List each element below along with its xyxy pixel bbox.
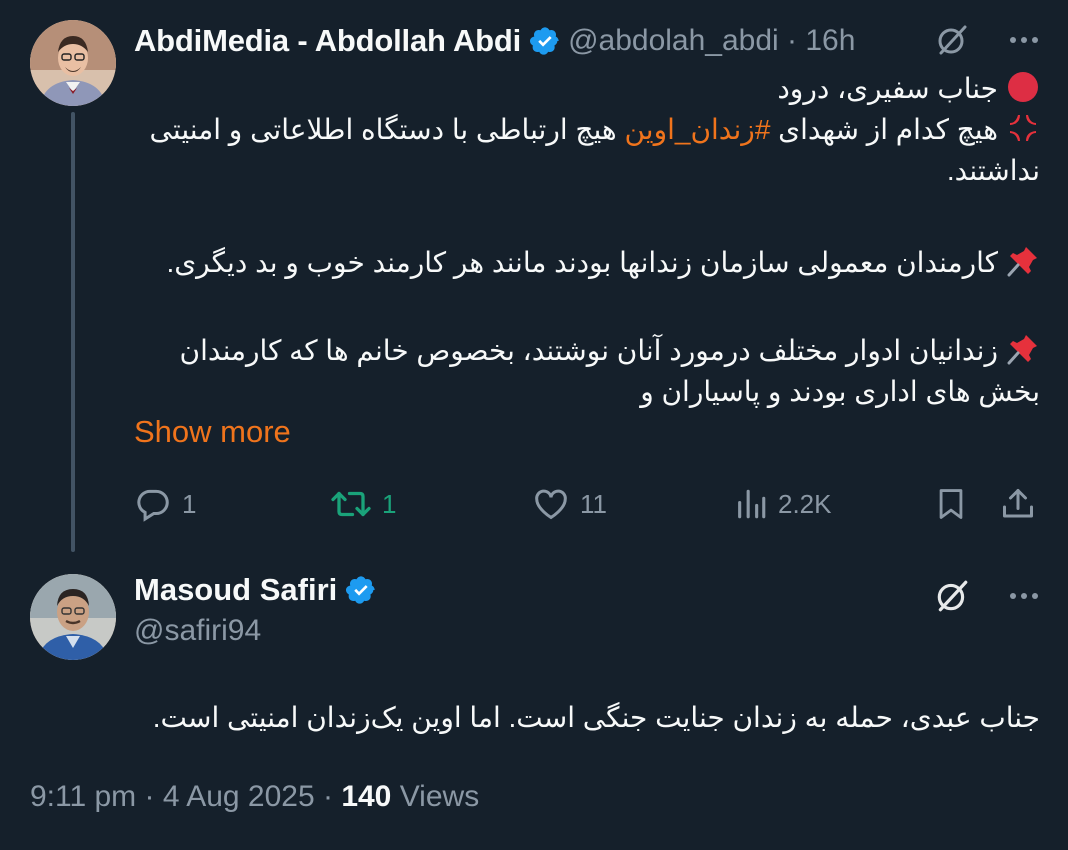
separator-dot: · — [778, 24, 806, 57]
repost-icon — [331, 491, 371, 517]
like-button[interactable]: 11 — [532, 478, 607, 530]
author-name[interactable]: Masoud Safiri — [134, 572, 337, 608]
views-chart-icon — [738, 489, 766, 519]
tweet-line-greeting: جناب سفیری، درود — [134, 68, 1040, 109]
bookmark-button[interactable] — [934, 478, 968, 530]
views-button[interactable]: 2.2K — [734, 478, 832, 530]
tweet-text: جناب سفیری، درود هیچ کدام از شهدای #زندا… — [134, 68, 1040, 191]
author-handle[interactable]: @abdolah_abdi — [568, 24, 779, 58]
reply-count: 1 — [182, 488, 197, 519]
repost-count: 1 — [382, 488, 397, 519]
tweet-date[interactable]: 9:11 pm · 4 Aug 2025 · — [30, 780, 341, 813]
tweet-time[interactable]: 16h — [805, 24, 855, 58]
tweet-paragraph-2: کارمندان معمولی سازمان زندانها بودند مان… — [134, 242, 1040, 283]
verified-badge-icon — [529, 25, 561, 57]
avatar[interactable] — [30, 20, 116, 106]
martyrs-text-start: هیچ کدام از شهدای — [770, 114, 998, 145]
show-more-link[interactable]: Show more — [134, 414, 291, 450]
share-icon — [1003, 489, 1033, 518]
tweet-actions-bar: 1 1 11 2.2K — [134, 478, 1040, 530]
reply-icon — [137, 489, 169, 522]
like-count: 11 — [580, 488, 607, 519]
tweet-top-actions — [932, 20, 1044, 60]
tweet-header: AbdiMedia - Abdollah Abdi @abdolah_abdi … — [134, 18, 855, 64]
author-name[interactable]: AbdiMedia - Abdollah Abdi — [134, 23, 521, 59]
pushpin-icon — [1006, 332, 1040, 366]
tweet-line-martyrs: هیچ کدام از شهدای #زندان_اوین هیچ ارتباط… — [134, 109, 1040, 191]
verified-badge-icon — [345, 574, 377, 606]
share-button[interactable] — [1000, 478, 1036, 530]
reply-button[interactable]: 1 — [134, 478, 196, 530]
paragraph-3-text: زندانیان ادوار مختلف درمورد آنان نوشتند،… — [179, 335, 1040, 407]
views-label: Views — [391, 780, 480, 813]
reply-author-row: Masoud Safiri — [134, 572, 384, 608]
anger-symbol-icon — [1006, 111, 1040, 145]
views-total: 140 — [341, 780, 392, 813]
reply-top-actions — [932, 576, 1044, 616]
heart-icon — [535, 489, 567, 520]
grok-icon[interactable] — [932, 20, 972, 60]
red-circle-icon — [1006, 70, 1040, 104]
author-handle[interactable]: @safiri94 — [134, 614, 384, 648]
more-options-icon[interactable] — [1004, 576, 1044, 616]
bookmark-icon — [939, 489, 963, 519]
reply-header: Masoud Safiri @safiri94 — [134, 572, 384, 648]
tweet-timestamp: 9:11 pm · 4 Aug 2025 · 140 Views — [30, 780, 479, 814]
avatar[interactable] — [30, 574, 116, 660]
reply-tweet[interactable]: Masoud Safiri @safiri94 جناب عبدی، حمله … — [0, 552, 1068, 850]
reply-text: جناب عبدی، حمله به زندان جنایت جنگی است.… — [152, 702, 1040, 733]
views-count: 2.2K — [778, 488, 832, 519]
greeting-text: جناب سفیری، درود — [777, 73, 998, 104]
pushpin-icon — [1006, 244, 1040, 278]
paragraph-2-text: کارمندان معمولی سازمان زندانها بودند مان… — [166, 247, 998, 278]
repost-button[interactable]: 1 — [330, 478, 396, 530]
tweet-paragraph-3: زندانیان ادوار مختلف درمورد آنان نوشتند،… — [134, 330, 1040, 412]
more-options-icon[interactable] — [1004, 20, 1044, 60]
parent-tweet[interactable]: AbdiMedia - Abdollah Abdi @abdolah_abdi … — [0, 0, 1068, 552]
hashtag-link[interactable]: #زندان_اوین — [624, 114, 770, 145]
grok-icon[interactable] — [932, 576, 972, 616]
